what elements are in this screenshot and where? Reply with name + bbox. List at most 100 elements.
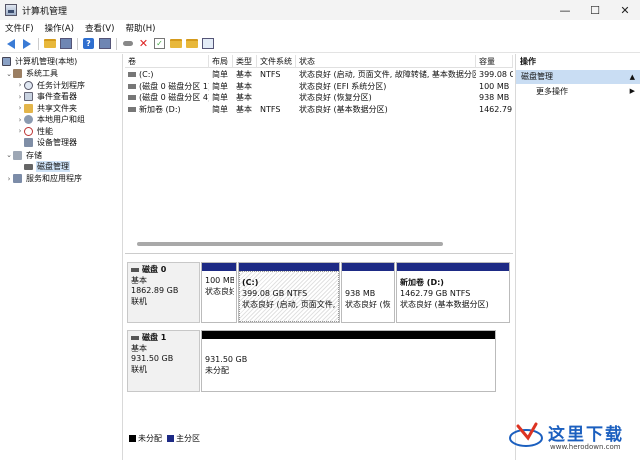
- cell-filesystem: [257, 81, 296, 93]
- help-button[interactable]: ?: [81, 36, 96, 51]
- partition-unallocated[interactable]: 931.50 GB 未分配: [201, 330, 496, 392]
- disk-0-title: 磁盘 0: [131, 265, 196, 276]
- computer-management-icon: [5, 4, 17, 16]
- partition-recovery[interactable]: 938 MB 状态良好 (恢: [341, 262, 395, 323]
- horizontal-scrollbar[interactable]: [137, 242, 443, 246]
- collapse-caret-icon[interactable]: ▲: [630, 70, 635, 84]
- disk-type: 基本: [131, 343, 147, 353]
- tree-item-label: 服务和应用程序: [26, 174, 82, 184]
- back-button[interactable]: [3, 36, 18, 51]
- up-folder-button[interactable]: [42, 36, 57, 51]
- partition-bar: [397, 263, 509, 271]
- actions-section-disk-management[interactable]: 磁盘管理 ▲: [516, 70, 640, 84]
- cell-type: 基本: [236, 70, 252, 79]
- tree-item-event-viewer[interactable]: › 事件查看器: [16, 91, 78, 103]
- list-view-button[interactable]: [200, 36, 215, 51]
- tree-item-performance[interactable]: › 性能: [16, 126, 54, 138]
- tree-item-label: 存储: [26, 150, 42, 160]
- column-header-capacity[interactable]: 容量: [476, 55, 513, 68]
- disk-size: 931.50 GB: [131, 354, 174, 363]
- tree-item-label: 共享文件夹: [37, 103, 77, 113]
- action-more-actions[interactable]: 更多操作 ▶: [516, 84, 640, 99]
- tree-item-system-tools[interactable]: ⌄ 系统工具: [5, 68, 59, 80]
- up-folder-icon: [43, 39, 56, 48]
- disk-1-label[interactable]: 磁盘 1 基本 931.50 GB 联机: [127, 330, 200, 392]
- partition-status: 状态良好 (启动, 页面文件, 故: [242, 300, 337, 309]
- action-label: 更多操作: [536, 87, 568, 96]
- actions-section-label: 磁盘管理: [521, 72, 553, 81]
- cell-filesystem: NTFS: [260, 70, 281, 79]
- table-row[interactable]: (磁盘 0 磁盘分区 4) 简单 基本 状态良好 (恢复分区) 938 MB: [125, 92, 513, 104]
- properties-button[interactable]: [97, 36, 112, 51]
- table-row[interactable]: 新加卷 (D:) 简单 基本 NTFS 状态良好 (基本数据分区) 1462.7…: [125, 104, 513, 116]
- column-header-filesystem[interactable]: 文件系统: [257, 55, 296, 68]
- maximize-button[interactable]: ☐: [580, 0, 610, 20]
- submenu-arrow-icon: ▶: [629, 87, 635, 95]
- folder-button[interactable]: [168, 36, 183, 51]
- tree-item-services-apps[interactable]: › 服务和应用程序: [5, 173, 83, 185]
- watermark-url: www.herodown.com: [550, 443, 621, 451]
- partition-d[interactable]: 新加卷 (D:) 1462.79 GB NTFS 状态良好 (基本数据分区): [396, 262, 510, 323]
- expand-chevron-icon[interactable]: ›: [16, 127, 24, 135]
- column-header-status[interactable]: 状态: [296, 55, 476, 68]
- disk-0-label[interactable]: 磁盘 0 基本 1862.89 GB 联机: [127, 262, 200, 323]
- cell-status: 状态良好 (启动, 页面文件, 故障转储, 基本数据分区): [299, 70, 476, 79]
- expand-chevron-icon[interactable]: ⌄: [5, 70, 13, 78]
- partition-size: 938 MB: [345, 289, 376, 298]
- tree-item-label: 事件查看器: [37, 92, 77, 102]
- close-button[interactable]: ✕: [610, 0, 640, 20]
- expand-chevron-icon[interactable]: ⌄: [5, 151, 13, 159]
- menu-action[interactable]: 操作(A): [45, 22, 74, 34]
- tree-item-device-manager[interactable]: 设备管理器: [24, 137, 78, 149]
- tree-item-label: 任务计划程序: [37, 80, 85, 90]
- partition-status: 状态良好 (恢: [345, 300, 391, 309]
- disk-icon: [131, 267, 139, 272]
- column-header-volume[interactable]: 卷: [125, 55, 209, 68]
- tree-item-shared-folders[interactable]: › 共享文件夹: [16, 103, 78, 115]
- toolbar-separator: [38, 37, 39, 50]
- connect-button[interactable]: [120, 36, 135, 51]
- cell-volume: 新加卷 (D:): [125, 104, 209, 116]
- list-view-icon: [201, 38, 214, 49]
- menu-view[interactable]: 查看(V): [85, 22, 114, 34]
- minimize-button[interactable]: —: [550, 0, 580, 20]
- column-header-layout[interactable]: 布局: [209, 55, 233, 68]
- delete-button[interactable]: ✕: [136, 36, 151, 51]
- show-hide-tree-button[interactable]: [58, 36, 73, 51]
- navigation-tree: 计算机管理(本地) ⌄ 系统工具 › 任务计划程序 › 事件查看器 › 共享文件…: [0, 54, 123, 460]
- tree-item-storage[interactable]: ⌄ 存储: [5, 150, 43, 162]
- properties-icon: [98, 38, 111, 49]
- menu-file[interactable]: 文件(F): [5, 22, 34, 34]
- partition-info: 100 MB 状态良好: [205, 275, 234, 297]
- cell-status: 状态良好 (恢复分区): [299, 93, 372, 102]
- forward-button[interactable]: [19, 36, 34, 51]
- check-button[interactable]: ✓: [152, 36, 167, 51]
- partition-bar: [202, 331, 495, 339]
- tree-item-label: 本地用户和组: [37, 115, 85, 125]
- watermark-logo-icon: [509, 422, 543, 447]
- expand-chevron-icon[interactable]: ›: [16, 93, 24, 101]
- legend-label: 未分配: [138, 434, 162, 443]
- table-row[interactable]: (C:) 简单 基本 NTFS 状态良好 (启动, 页面文件, 故障转储, 基本…: [125, 69, 513, 81]
- legend-swatch: [129, 435, 136, 442]
- table-row[interactable]: (磁盘 0 磁盘分区 1) 简单 基本 状态良好 (EFI 系统分区) 100 …: [125, 81, 513, 93]
- search-button[interactable]: [184, 36, 199, 51]
- menu-help[interactable]: 帮助(H): [125, 22, 155, 34]
- partition-c[interactable]: (C:) 399.08 GB NTFS 状态良好 (启动, 页面文件, 故: [238, 262, 340, 323]
- disk-1-title: 磁盘 1: [131, 333, 196, 344]
- tree-item-task-scheduler[interactable]: › 任务计划程序: [16, 80, 86, 92]
- expand-chevron-icon[interactable]: ›: [16, 116, 24, 124]
- legend-item-primary: 主分区: [167, 433, 200, 444]
- tree-item-local-users[interactable]: › 本地用户和组: [16, 114, 86, 126]
- cell-layout: 简单: [212, 93, 228, 102]
- legend: 未分配 主分区: [129, 433, 205, 444]
- partition-efi[interactable]: 100 MB 状态良好: [201, 262, 237, 323]
- volume-name: (C:): [139, 70, 154, 79]
- tree-item-computer-management[interactable]: 计算机管理(本地): [2, 56, 78, 68]
- tree-item-disk-management[interactable]: 磁盘管理: [24, 161, 70, 173]
- column-headers: 卷 布局 类型 文件系统 状态 容量: [125, 55, 513, 68]
- expand-chevron-icon[interactable]: ›: [5, 175, 13, 183]
- expand-chevron-icon[interactable]: ›: [16, 81, 24, 89]
- expand-chevron-icon[interactable]: ›: [16, 104, 24, 112]
- column-header-type[interactable]: 类型: [233, 55, 257, 68]
